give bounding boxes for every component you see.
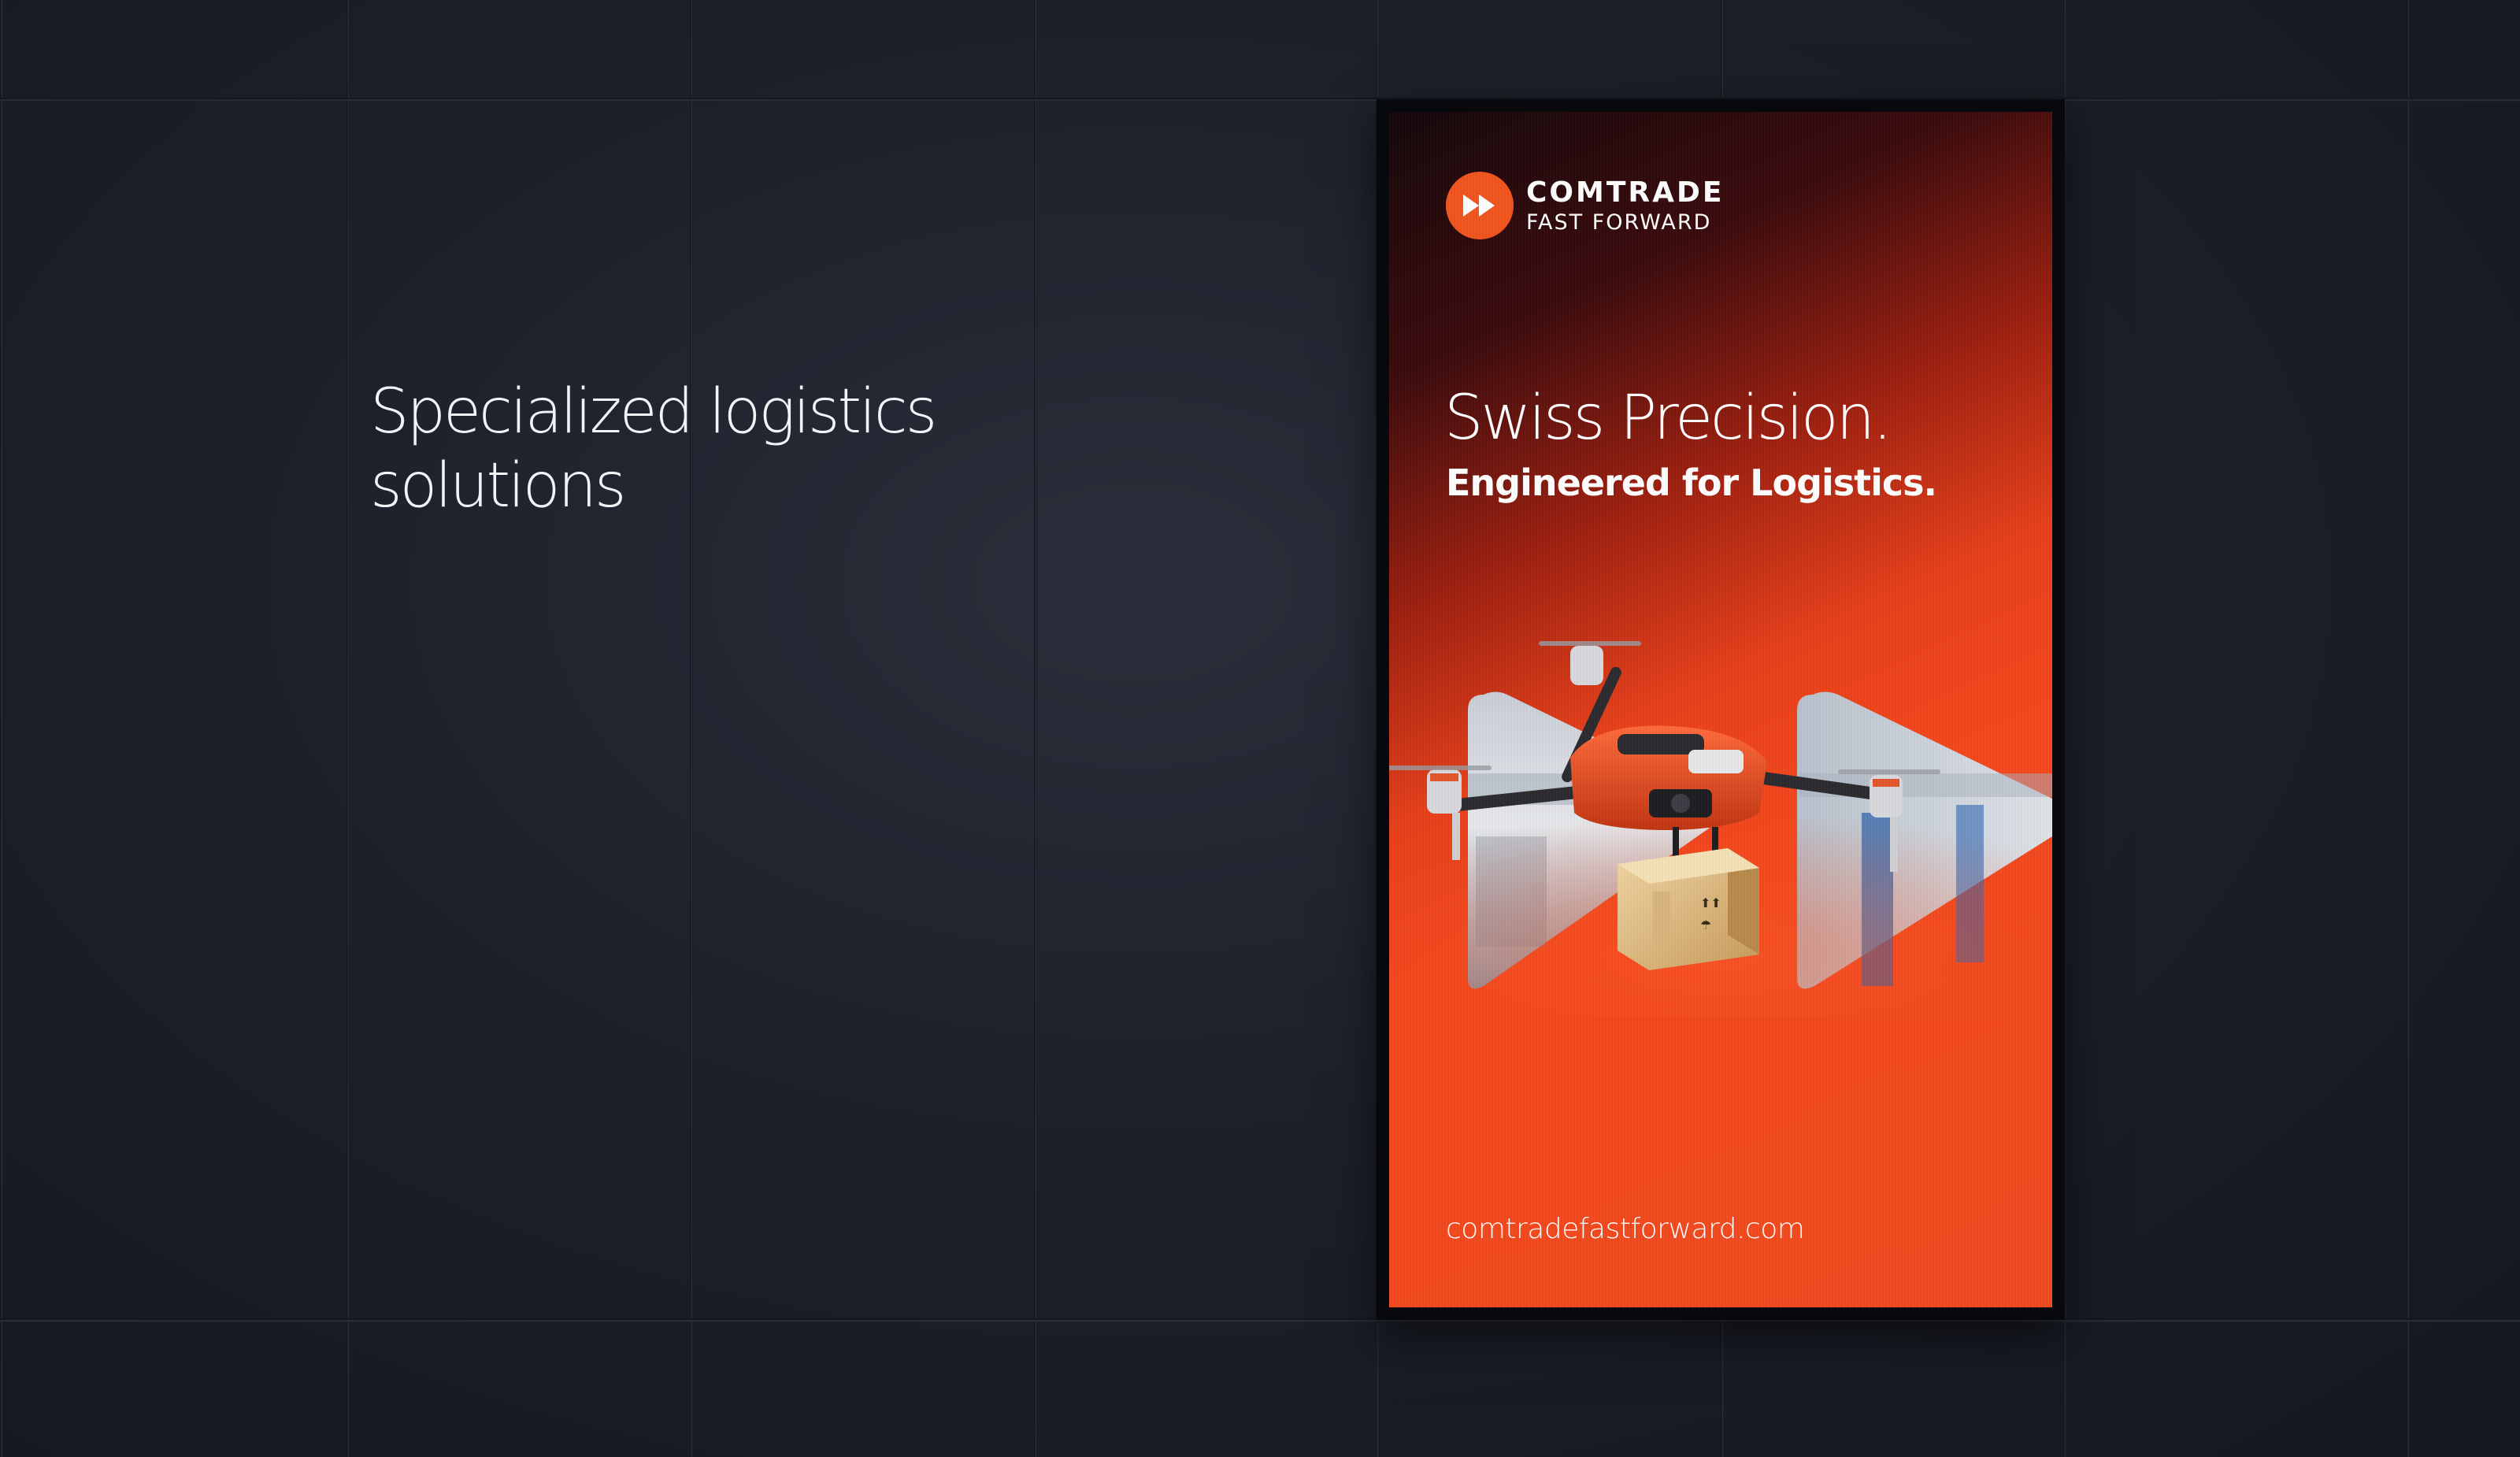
billboard-screen: COMTRADE FAST FORWARD Swiss Precision. E…: [1389, 112, 2052, 1307]
logo-tagline: FAST FORWARD: [1526, 209, 1712, 235]
brand-logo: COMTRADE FAST FORWARD: [1446, 172, 1724, 239]
panel-seam: [2407, 0, 2410, 1457]
website-link[interactable]: comtradefastforward.com: [1446, 1213, 1805, 1245]
panel-seam-horizontal: [0, 1318, 2520, 1322]
scene: Specialized logistics solutions COMTRADE…: [0, 0, 2520, 1457]
fast-forward-icon: [1446, 172, 1514, 239]
headline-line: Specialized logistics: [370, 376, 937, 447]
panel-seam: [346, 0, 350, 1457]
wall-panels: [0, 0, 2520, 1457]
headline: Specialized logistics solutions: [370, 375, 1079, 523]
drone-artwork: ⬆⬆ ☂: [1389, 641, 2052, 1018]
panel-seam-horizontal: [0, 98, 2520, 102]
panel-seam: [0, 0, 3, 1457]
svg-text:⬆⬆: ⬆⬆: [1700, 895, 1721, 910]
svg-text:☂: ☂: [1700, 918, 1711, 932]
billboard-title: Swiss Precision.: [1444, 383, 1892, 454]
headline-line: solutions: [370, 450, 627, 521]
panel-seam: [690, 0, 693, 1457]
billboard-display: COMTRADE FAST FORWARD Swiss Precision. E…: [1377, 99, 2065, 1320]
billboard-subtitle: Engineered for Logistics.: [1446, 462, 1937, 504]
panel-seam: [1034, 0, 1037, 1457]
logo-wordmark: COMTRADE: [1526, 176, 1725, 209]
